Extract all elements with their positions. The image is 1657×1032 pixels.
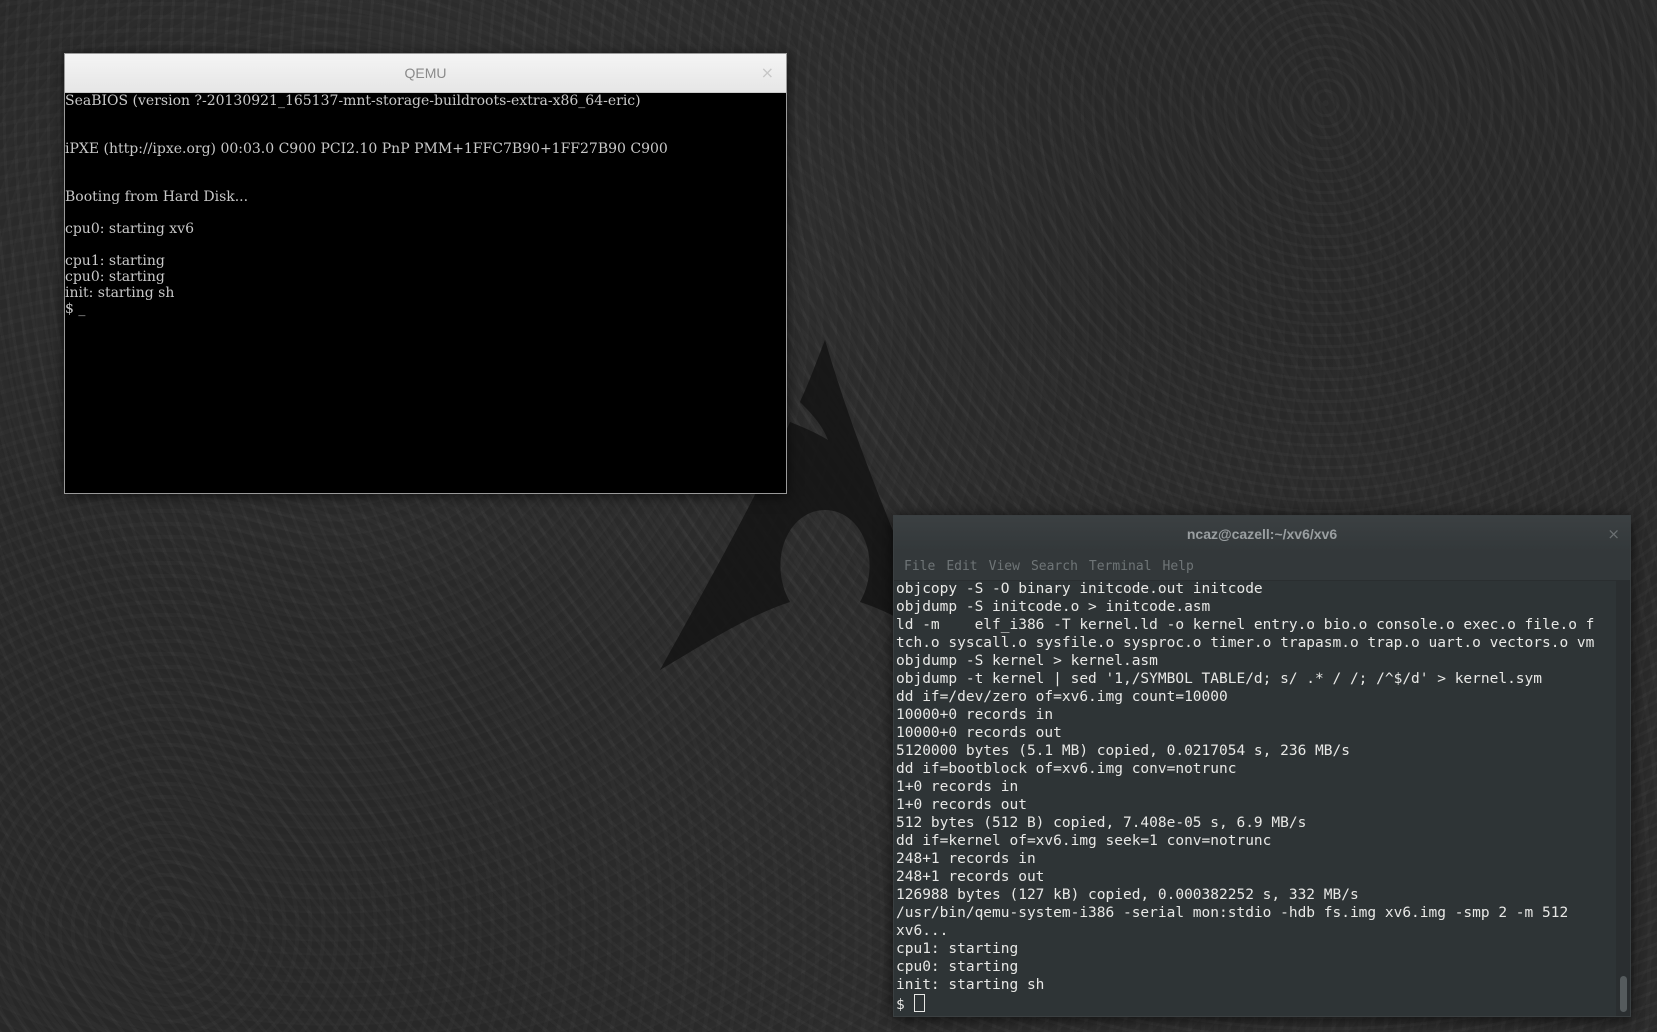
qemu-screen-line (65, 109, 786, 125)
qemu-screen-line (65, 173, 786, 189)
terminal-line: objcopy -S -O binary initcode.out initco… (896, 581, 1263, 597)
terminal-scrollbar[interactable] (1616, 580, 1630, 1016)
menu-help[interactable]: Help (1161, 559, 1203, 574)
terminal-line: objdump -S kernel > kernel.asm (896, 653, 1158, 669)
close-icon[interactable]: × (1607, 516, 1620, 552)
qemu-screen-line: cpu0: starting xv6 (65, 221, 194, 237)
terminal-line: dd if=bootblock of=xv6.img conv=notrunc (896, 761, 1237, 777)
scrollbar-thumb[interactable] (1620, 976, 1627, 1012)
terminal-output[interactable]: objcopy -S -O binary initcode.out initco… (894, 580, 1616, 1016)
qemu-display[interactable]: SeaBIOS (version ?-20130921_165137-mnt-s… (65, 93, 786, 493)
qemu-screen-line (65, 157, 786, 173)
terminal-line: 248+1 records in (896, 851, 1036, 867)
terminal-line: 512 bytes (512 B) copied, 7.408e-05 s, 6… (896, 815, 1307, 831)
terminal-line: objdump -t kernel | sed '1,/SYMBOL TABLE… (896, 671, 1543, 687)
terminal-window[interactable]: ncaz@cazell:~/xv6/xv6 × File Edit View S… (893, 515, 1631, 1017)
qemu-screen-line: iPXE (http://ipxe.org) 00:03.0 C900 PCI2… (65, 141, 668, 157)
terminal-line: dd if=/dev/zero of=xv6.img count=10000 (896, 689, 1228, 705)
menu-file[interactable]: File (902, 559, 944, 574)
qemu-screen-line: init: starting sh (65, 285, 175, 301)
qemu-screen-line: $ _ (65, 301, 86, 317)
terminal-line: ld -m elf_i386 -T kernel.ld -o kernel en… (896, 617, 1595, 633)
terminal-prompt-line[interactable]: $ (896, 994, 1616, 1013)
terminal-line: 248+1 records out (896, 869, 1045, 885)
terminal-line: cpu1: starting (896, 941, 1019, 957)
qemu-screen-line: cpu1: starting (65, 253, 165, 269)
terminal-line: 1+0 records out (896, 797, 1027, 813)
terminal-line: xv6... (896, 923, 949, 939)
terminal-line: init: starting sh (896, 977, 1045, 993)
terminal-line: cpu0: starting (896, 959, 1019, 975)
qemu-screen-line: SeaBIOS (version ?-20130921_165137-mnt-s… (65, 93, 641, 109)
terminal-line: tch.o syscall.o sysfile.o sysproc.o time… (896, 635, 1595, 651)
qemu-screen-line (65, 205, 786, 221)
terminal-line: objdump -S initcode.o > initcode.asm (896, 599, 1211, 615)
qemu-screen-line: Booting from Hard Disk... (65, 189, 249, 205)
terminal-line: 126988 bytes (127 kB) copied, 0.00038225… (896, 887, 1359, 903)
terminal-prompt: $ (896, 997, 914, 1013)
terminal-line: 1+0 records in (896, 779, 1019, 795)
terminal-window-title: ncaz@cazell:~/xv6/xv6 (1186, 526, 1338, 542)
qemu-titlebar[interactable]: QEMU × (65, 54, 786, 93)
qemu-screen-line (65, 125, 786, 141)
menu-view[interactable]: View (987, 559, 1029, 574)
terminal-line: 5120000 bytes (5.1 MB) copied, 0.0217054… (896, 743, 1350, 759)
terminal-menubar: File Edit View Search Terminal Help (894, 552, 1630, 581)
qemu-screen-line (65, 237, 786, 253)
terminal-titlebar[interactable]: ncaz@cazell:~/xv6/xv6 × (894, 516, 1630, 552)
text-cursor (914, 994, 926, 1012)
terminal-line: dd if=kernel of=xv6.img seek=1 conv=notr… (896, 833, 1272, 849)
terminal-line: 10000+0 records out (896, 725, 1062, 741)
menu-search[interactable]: Search (1029, 559, 1087, 574)
qemu-window-title: QEMU (404, 65, 447, 81)
terminal-line: /usr/bin/qemu-system-i386 -serial mon:st… (896, 905, 1569, 921)
menu-terminal[interactable]: Terminal (1087, 559, 1161, 574)
close-icon[interactable]: × (761, 54, 774, 92)
qemu-window[interactable]: QEMU × SeaBIOS (version ?-20130921_16513… (64, 53, 787, 494)
menu-edit[interactable]: Edit (944, 559, 986, 574)
terminal-line: 10000+0 records in (896, 707, 1054, 723)
qemu-screen-line: cpu0: starting (65, 269, 165, 285)
